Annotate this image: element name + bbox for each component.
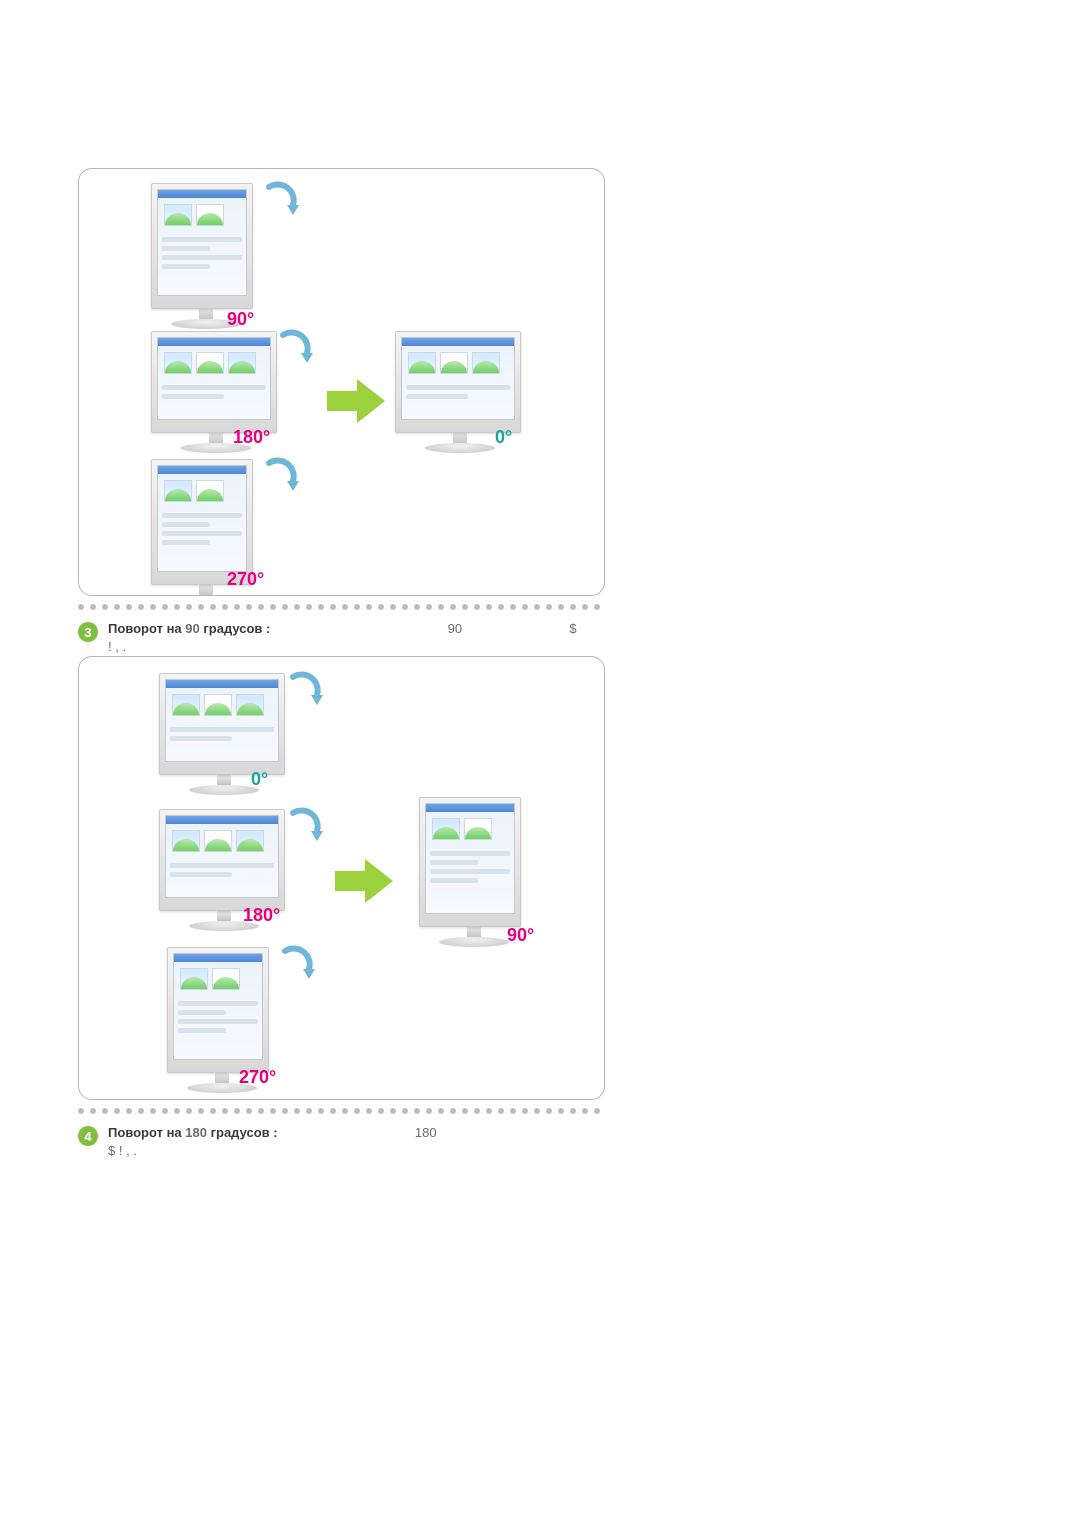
- step-tail: $ ! , .: [108, 1143, 137, 1158]
- figure-rotation-0: 90° 180°: [78, 168, 605, 596]
- rotate-arrow-icon: [275, 329, 315, 369]
- rotate-arrow-icon: [277, 945, 317, 985]
- label-270-text: 270°: [227, 569, 264, 589]
- step-bold-num: 90: [185, 621, 199, 636]
- rotate-arrow-icon: [261, 181, 301, 221]
- label-90: 90°: [507, 925, 534, 946]
- figure-rotation-90: 0° 180°: [78, 656, 605, 1100]
- label-90-text: 90°: [507, 925, 534, 945]
- step-number-badge: 3: [78, 622, 98, 642]
- separator-dots: [78, 1106, 602, 1116]
- step-number-badge: 4: [78, 1126, 98, 1146]
- label-180-text: 180°: [243, 905, 280, 925]
- step-bold-num: 180: [185, 1125, 207, 1140]
- label-90: 90°: [227, 309, 254, 330]
- rotate-arrow-icon: [261, 457, 301, 497]
- step-bold-prefix: Поворот на: [108, 1125, 185, 1140]
- step-mid-number: 180: [415, 1125, 437, 1140]
- step-right-symbol: $: [569, 621, 576, 636]
- step-number-text: 4: [84, 1129, 91, 1144]
- monitor-90: [151, 183, 261, 329]
- step-bold-suffix: градусов :: [200, 621, 271, 636]
- label-0: 0°: [251, 769, 268, 790]
- rotate-arrow-icon: [285, 671, 325, 711]
- rotate-arrow-icon: [285, 807, 325, 847]
- step-text: Поворот на 90 градусов : 90 $ ! , .: [108, 620, 588, 656]
- label-270: 270°: [239, 1067, 276, 1088]
- label-90-text: 90°: [227, 309, 254, 329]
- step-3: 3 Поворот на 90 градусов : 90 $ ! , .: [78, 620, 588, 656]
- label-180: 180°: [243, 905, 280, 926]
- label-180: 180°: [233, 427, 270, 448]
- step-mid-number: 90: [448, 621, 462, 636]
- label-180-text: 180°: [233, 427, 270, 447]
- result-arrow-icon: [335, 857, 395, 905]
- separator-dots: [78, 602, 602, 612]
- step-4: 4 Поворот на 180 градусов : 180 $ ! , .: [78, 1124, 588, 1160]
- label-270-text: 270°: [239, 1067, 276, 1087]
- label-0-text: 0°: [251, 769, 268, 789]
- step-bold-prefix: Поворот на: [108, 621, 185, 636]
- step-bold-suffix: градусов :: [207, 1125, 278, 1140]
- step-number-text: 3: [84, 625, 91, 640]
- step-text: Поворот на 180 градусов : 180 $ ! , .: [108, 1124, 588, 1160]
- label-0: 0°: [495, 427, 512, 448]
- label-0-text: 0°: [495, 427, 512, 447]
- monitor-0: [159, 673, 289, 795]
- label-270: 270°: [227, 569, 264, 590]
- step-tail: ! , .: [108, 639, 126, 654]
- result-arrow-icon: [327, 377, 387, 425]
